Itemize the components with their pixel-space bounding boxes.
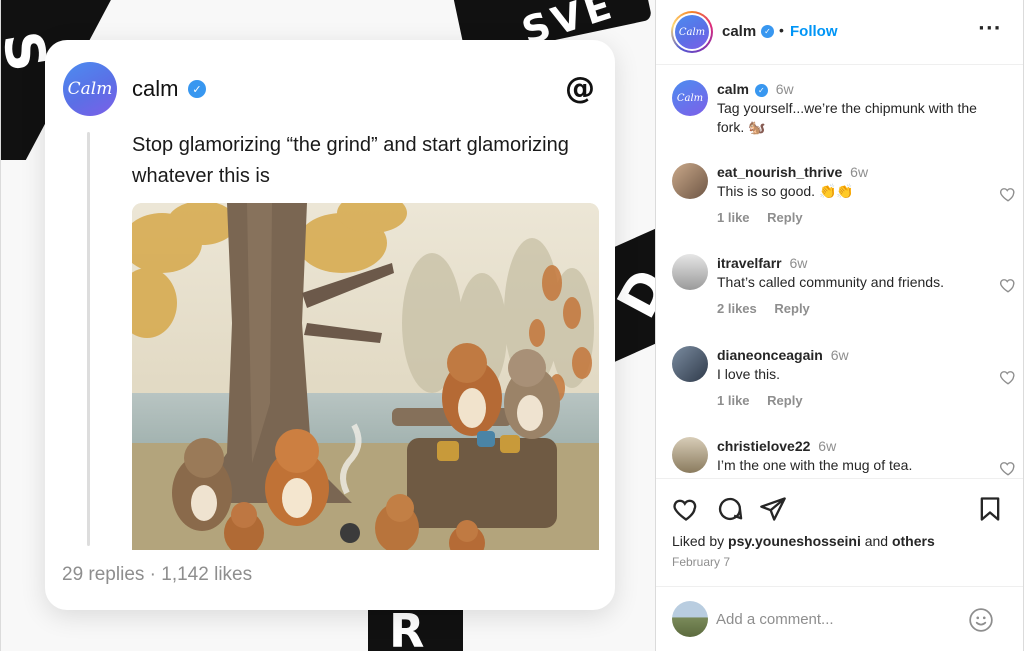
verified-badge-icon: ✓ <box>188 80 206 98</box>
more-options-icon[interactable]: ··· <box>978 18 1002 39</box>
comment-body: itravelfarr 6w That’s called community a… <box>717 254 985 292</box>
comment-username[interactable]: calm <box>717 81 749 97</box>
avatar: Calm <box>63 62 117 116</box>
heart-icon[interactable] <box>999 185 1017 203</box>
instagram-post-panel: Calm calm ✓ • Follow ··· Calm calm ✓ 6w … <box>655 0 1024 651</box>
comment-time[interactable]: 6w <box>789 255 807 271</box>
liked-by-user-link[interactable]: psy.youneshosseini <box>728 533 861 549</box>
verified-badge-icon: ✓ <box>761 25 774 38</box>
comment-text: This is so good. 👏👏 <box>717 183 854 199</box>
comment-text: I’m the one with the mug of tea. <box>717 457 913 473</box>
post-header: Calm calm ✓ • Follow ··· <box>656 0 1023 65</box>
comment-body: christielove22 6w I’m the one with the m… <box>717 437 985 475</box>
bookmark-icon[interactable] <box>976 495 1004 523</box>
avatar-logo-text: Calm <box>67 79 113 99</box>
comment-meta: 1 like Reply <box>717 210 817 225</box>
comment-body: calm ✓ 6w Tag yourself...we’re the chipm… <box>717 80 985 137</box>
post-date[interactable]: February 7 <box>672 555 730 569</box>
avatar[interactable] <box>672 346 708 382</box>
story-ring[interactable]: Calm <box>671 11 713 53</box>
comment-time[interactable]: 6w <box>831 347 849 363</box>
reply-button[interactable]: Reply <box>774 301 809 316</box>
comment-username[interactable]: itravelfarr <box>717 255 782 271</box>
verified-badge-icon: ✓ <box>754 84 768 97</box>
comment-time[interactable]: 6w <box>776 81 794 97</box>
comment-time[interactable]: 6w <box>818 438 836 454</box>
liked-by-prefix: Liked by <box>672 533 725 549</box>
comment-body: eat_nourish_thrive 6w This is so good. 👏… <box>717 163 985 201</box>
heart-icon[interactable] <box>999 459 1017 476</box>
post-actions: Liked by psy.youneshosseini and others F… <box>656 478 1023 598</box>
comment-text: That’s called community and friends. <box>717 274 944 290</box>
comment-likes[interactable]: 1 like <box>717 393 750 408</box>
post-image <box>132 203 599 550</box>
avatar-logo-text: Calm <box>678 26 706 38</box>
post-text: Stop glamorizing “the grind” and start g… <box>132 134 569 187</box>
liked-by: Liked by psy.youneshosseini and others <box>672 533 935 549</box>
comment-likes[interactable]: 1 like <box>717 210 750 225</box>
share-paper-plane-icon[interactable] <box>759 495 787 523</box>
add-comment-input[interactable] <box>716 605 966 633</box>
comment-meta: 1 like Reply <box>717 393 817 408</box>
comment-username[interactable]: dianeonceagain <box>717 347 823 363</box>
separator-dot: • <box>779 22 784 38</box>
background-artwork: S SVE D R Calm calm ✓ @ Stop glamorizing… <box>0 0 655 651</box>
heart-icon[interactable] <box>999 276 1017 294</box>
avatar: Calm <box>675 15 709 49</box>
comment-username[interactable]: eat_nourish_thrive <box>717 164 842 180</box>
comment-body: dianeonceagain 6w I love this. <box>717 346 985 384</box>
reply-button[interactable]: Reply <box>767 210 802 225</box>
comment-text: Tag yourself...we’re the chipmunk with t… <box>717 100 977 135</box>
post-author-name: calm <box>132 76 179 101</box>
heart-icon[interactable] <box>999 368 1017 386</box>
avatar[interactable] <box>672 254 708 290</box>
liked-by-others-link[interactable]: others <box>892 533 935 549</box>
thread-line <box>87 132 90 546</box>
liked-by-and: and <box>864 533 889 549</box>
avatar <box>672 601 708 637</box>
avatar[interactable] <box>672 437 708 473</box>
comments-list[interactable]: Calm calm ✓ 6w Tag yourself...we’re the … <box>656 66 1023 476</box>
comment-text: I love this. <box>717 366 781 382</box>
threads-logo-icon: @ <box>565 71 595 106</box>
threads-post-card: Calm calm ✓ @ Stop glamorizing “the grin… <box>45 40 615 610</box>
like-heart-icon[interactable] <box>672 495 700 523</box>
follow-button[interactable]: Follow <box>790 23 838 40</box>
comment-bubble-icon[interactable] <box>716 495 744 523</box>
header-username[interactable]: calm <box>722 23 756 40</box>
chipmunks-illustration <box>132 203 599 550</box>
emoji-icon[interactable] <box>968 607 994 633</box>
avatar-logo-text: Calm <box>676 92 704 104</box>
reply-button[interactable]: Reply <box>767 393 802 408</box>
avatar[interactable] <box>672 163 708 199</box>
comment-time[interactable]: 6w <box>850 164 868 180</box>
comment-likes[interactable]: 2 likes <box>717 301 757 316</box>
post-stats: 29 replies · 1,142 likes <box>62 564 253 585</box>
add-comment-bar <box>656 586 1023 651</box>
comment-meta: 2 likes Reply <box>717 301 824 316</box>
comment-username[interactable]: christielove22 <box>717 438 810 454</box>
decorative-letter: R <box>389 604 425 651</box>
avatar[interactable]: Calm <box>672 80 708 116</box>
story-ring-inner: Calm <box>673 13 711 51</box>
